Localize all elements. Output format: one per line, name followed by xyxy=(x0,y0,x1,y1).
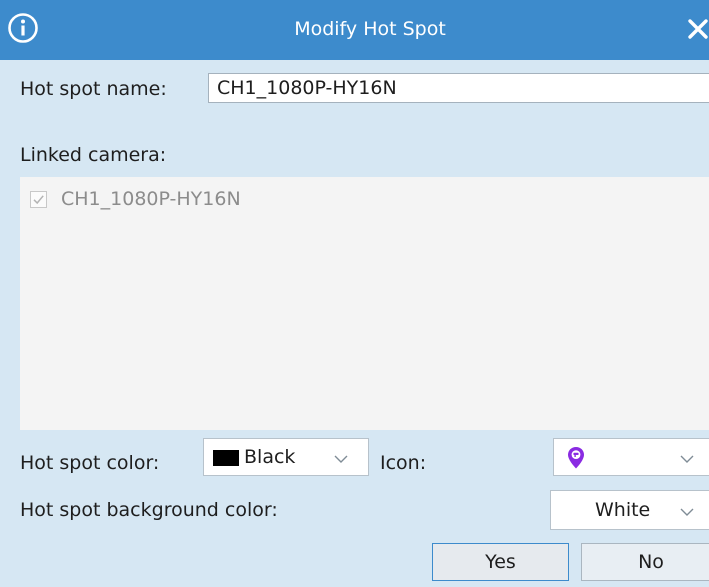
yes-button[interactable]: Yes xyxy=(432,543,569,581)
chevron-down-icon xyxy=(680,455,694,463)
chevron-down-icon xyxy=(680,508,694,516)
list-item: CH1_1080P-HY16N xyxy=(30,186,241,212)
hot-spot-background-color-label: Hot spot background color: xyxy=(20,499,278,521)
camera-label: CH1_1080P-HY16N xyxy=(61,188,241,210)
icon-select[interactable] xyxy=(553,438,709,476)
hot-spot-color-select[interactable]: Black xyxy=(203,438,369,476)
modify-hot-spot-dialog: Modify Hot Spot Hot spot name: Linked ca… xyxy=(0,0,709,587)
color-swatch xyxy=(213,450,239,466)
camera-checkbox[interactable] xyxy=(30,190,47,208)
chevron-down-icon xyxy=(334,455,348,463)
map-pin-icon xyxy=(568,447,584,469)
close-icon[interactable] xyxy=(686,17,709,41)
background-color-select[interactable]: White xyxy=(550,490,709,530)
hot-spot-name-label: Hot spot name: xyxy=(20,78,167,100)
hot-spot-color-value: Black xyxy=(244,446,296,468)
hot-spot-name-input[interactable] xyxy=(208,73,709,103)
no-button[interactable]: No xyxy=(581,543,709,581)
background-color-value: White xyxy=(595,499,651,521)
hot-spot-color-label: Hot spot color: xyxy=(20,452,160,474)
linked-camera-list: CH1_1080P-HY16N xyxy=(20,177,709,430)
icon-label: Icon: xyxy=(380,452,427,474)
window-title: Modify Hot Spot xyxy=(294,18,446,40)
linked-camera-label: Linked camera: xyxy=(20,144,167,166)
title-bar: Modify Hot Spot xyxy=(0,0,709,60)
